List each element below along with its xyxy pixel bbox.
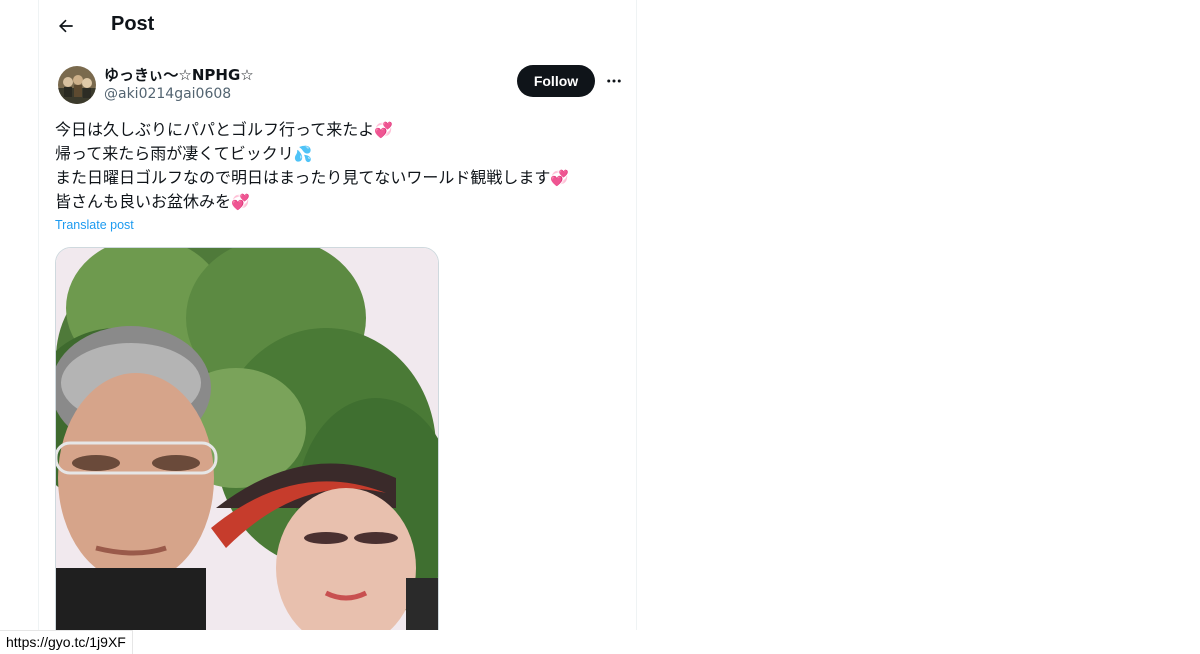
revolving-hearts-icon: 💞 (550, 169, 570, 187)
page-title: Post (111, 13, 155, 35)
author-display-name[interactable]: ゆっきぃ〜☆NPHG☆ (104, 64, 254, 85)
translate-post-link[interactable]: Translate post (55, 218, 134, 232)
avatar[interactable] (58, 66, 96, 104)
post-line: 帰って来たら雨が凄くてビックリ💦 (55, 144, 313, 163)
more-button[interactable] (601, 68, 627, 94)
post-line: また日曜日ゴルフなので明日はまったり見てないワールド観戦します💞 (55, 168, 570, 187)
follow-button[interactable]: Follow (517, 65, 595, 97)
more-horizontal-icon (607, 79, 621, 83)
post-photo[interactable] (55, 247, 439, 630)
post-line: 皆さんも良いお盆休みを💞 (55, 192, 250, 211)
post-text: 今日は久しぶりにパパとゴルフ行って来たよ💞 帰って来たら雨が凄くてビックリ💦 ま… (55, 118, 625, 214)
post-line: 今日は久しぶりにパパとゴルフ行って来たよ💞 (55, 120, 393, 139)
revolving-hearts-icon: 💞 (231, 193, 250, 211)
status-bar-url: https://gyo.tc/1j9XF (0, 630, 133, 654)
back-button[interactable] (49, 9, 83, 43)
author-handle[interactable]: @aki0214gai0608 (104, 86, 231, 102)
post-column: Post ゆっきぃ〜☆NPHG☆ @aki0214gai0608 Follow … (38, 0, 637, 630)
post-header: Post (39, 0, 636, 53)
sweat-droplets-icon: 💦 (293, 145, 313, 163)
arrow-left-icon (59, 19, 73, 33)
revolving-hearts-icon: 💞 (374, 121, 393, 139)
